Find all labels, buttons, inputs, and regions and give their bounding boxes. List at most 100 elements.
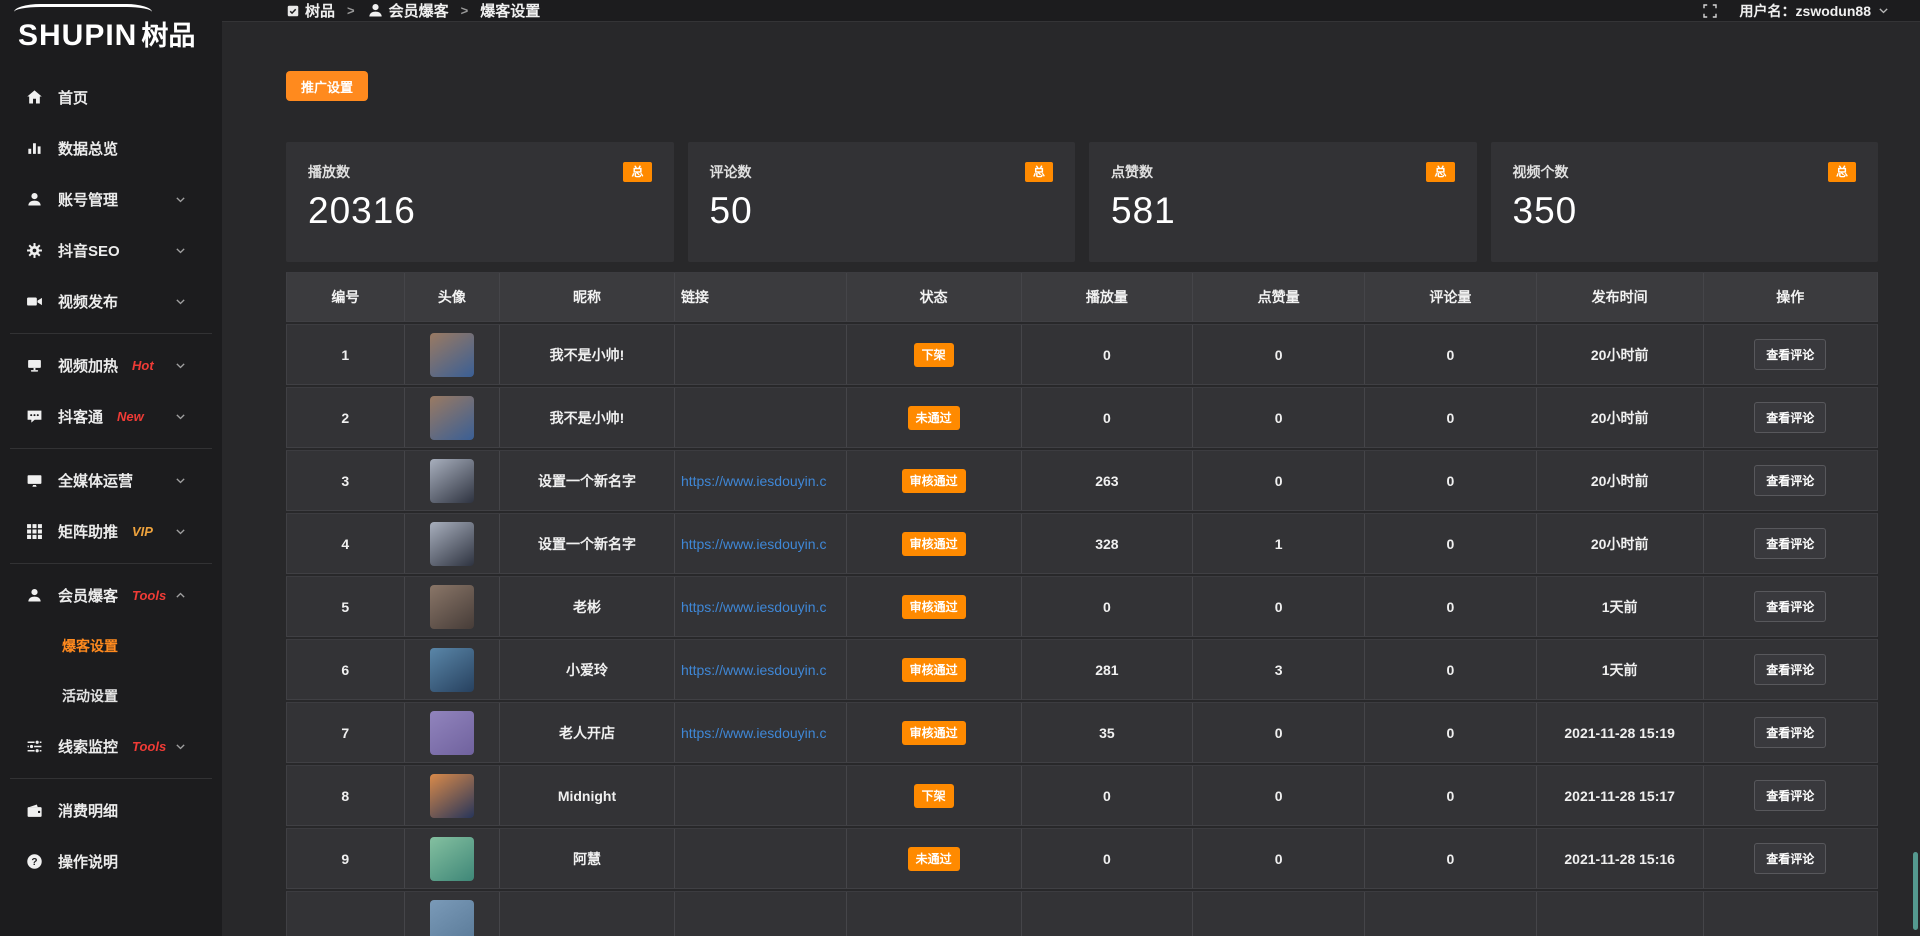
stat-card-label: 播放数	[308, 162, 350, 182]
user-icon	[24, 191, 44, 208]
cell-plays: 35	[1099, 725, 1115, 741]
cell-likes: 0	[1275, 725, 1283, 741]
table-row: 4设置一个新名字https://www.iesdouyin.c审核通过32810…	[286, 513, 1878, 574]
svg-text:?: ?	[31, 857, 37, 868]
username-menu[interactable]: 用户名：zswodun88	[1740, 1, 1890, 21]
cell-likes: 0	[1275, 347, 1283, 363]
chevron-down-icon	[170, 740, 190, 753]
cell-id: 7	[341, 725, 349, 741]
sidebar-item-video-publish[interactable]: 视频发布	[0, 276, 222, 327]
cell-nickname: 我不是小帅!	[550, 408, 625, 428]
sidebar-item-clue-monitor[interactable]: 线索监控Tools	[0, 721, 222, 772]
breadcrumb-item-member-baoke[interactable]: 会员爆客	[367, 0, 449, 21]
view-comments-button[interactable]: 查看评论	[1754, 843, 1826, 874]
view-comments-button[interactable]: 查看评论	[1754, 780, 1826, 811]
status-badge: 未通过	[908, 847, 960, 871]
main-area: 树品>会员爆客>爆客设置 用户名：zswodun88 推广设置 播放数 总 20…	[222, 0, 1920, 936]
sidebar-item-matrix-boost[interactable]: 矩阵助推 VIP	[0, 506, 222, 557]
view-comments-button[interactable]: 查看评论	[1754, 402, 1826, 433]
stat-card-label: 视频个数	[1513, 162, 1569, 182]
sidebar-item-operation-guide[interactable]: ?操作说明	[0, 836, 222, 887]
menu-tag: VIP	[132, 524, 153, 539]
status-badge: 审核通过	[902, 721, 966, 745]
sidebar-item-consumption-details[interactable]: 消费明细	[0, 785, 222, 836]
table-row	[286, 891, 1878, 936]
video-icon	[24, 293, 44, 310]
cell-comments: 0	[1446, 725, 1454, 741]
menu-tag: Tools	[132, 588, 166, 603]
table-row: 1我不是小帅!下架00020小时前查看评论	[286, 324, 1878, 385]
sidebar-item-label: 视频加热	[58, 355, 118, 376]
breadcrumb-item-shupin[interactable]: 树品	[286, 0, 335, 21]
video-link[interactable]: https://www.iesdouyin.c	[681, 473, 827, 489]
cell-time: 20小时前	[1591, 345, 1649, 365]
status-badge: 审核通过	[902, 469, 966, 493]
sidebar-item-data-overview[interactable]: 数据总览	[0, 123, 222, 174]
cell-likes: 1	[1275, 536, 1283, 552]
view-comments-button[interactable]: 查看评论	[1754, 339, 1826, 370]
stat-card-plays-total: 播放数 总 20316	[286, 142, 674, 262]
view-comments-button[interactable]: 查看评论	[1754, 465, 1826, 496]
breadcrumb-label: 树品	[305, 0, 335, 21]
scrollbar-thumb[interactable]	[1913, 852, 1918, 930]
cell-plays: 0	[1103, 347, 1111, 363]
sidebar-item-label: 矩阵助推	[58, 521, 118, 542]
promotion-settings-button[interactable]: 推广设置	[286, 71, 368, 101]
cell-comments: 0	[1446, 788, 1454, 804]
menu-divider	[10, 563, 212, 564]
column-header-plays: 播放量	[1022, 273, 1194, 321]
cell-time: 1天前	[1602, 660, 1638, 680]
total-badge: 总	[1426, 162, 1454, 182]
app-window: SHUPIN树品 首页数据总览账号管理抖音SEO视频发布视频加热 Hot 抖客通Ne…	[0, 0, 1920, 936]
cell-comments: 0	[1446, 410, 1454, 426]
chevron-up-icon	[170, 589, 190, 602]
cell-likes: 3	[1275, 662, 1283, 678]
sidebar-item-account-management[interactable]: 账号管理	[0, 174, 222, 225]
sidebar-subitem-activity-settings[interactable]: 活动设置	[0, 671, 222, 721]
sidebar-item-member-baoke[interactable]: 会员爆客Tools	[0, 570, 222, 621]
cell-id: 4	[341, 536, 349, 552]
view-comments-button[interactable]: 查看评论	[1754, 717, 1826, 748]
column-header-nickname: 昵称	[500, 273, 675, 321]
cell-plays: 281	[1095, 662, 1118, 678]
stat-card-value: 50	[710, 190, 1054, 232]
menu-divider	[10, 448, 212, 449]
video-link[interactable]: https://www.iesdouyin.c	[681, 599, 827, 615]
sidebar-item-omni-media[interactable]: 全媒体运营	[0, 455, 222, 506]
sidebar-item-douketong[interactable]: 抖客通New	[0, 391, 222, 442]
grid-icon	[24, 523, 44, 540]
brand-logo[interactable]: SHUPIN树品	[0, 0, 222, 66]
cell-plays: 328	[1095, 536, 1118, 552]
view-comments-button[interactable]: 查看评论	[1754, 591, 1826, 622]
stat-card-label: 评论数	[710, 162, 752, 182]
column-header-likes: 点赞量	[1193, 273, 1365, 321]
breadcrumb: 树品>会员爆客>爆客设置	[286, 0, 540, 21]
menu-tag: Hot	[132, 358, 154, 373]
cell-nickname: 小爱玲	[566, 660, 608, 680]
view-comments-button[interactable]: 查看评论	[1754, 654, 1826, 685]
sidebar-item-douyin-seo[interactable]: 抖音SEO	[0, 225, 222, 276]
avatar	[430, 900, 474, 936]
column-header-id: 编号	[287, 273, 405, 321]
cell-time: 20小时前	[1591, 408, 1649, 428]
video-link[interactable]: https://www.iesdouyin.c	[681, 725, 827, 741]
video-link[interactable]: https://www.iesdouyin.c	[681, 662, 827, 678]
avatar	[430, 711, 474, 755]
user-icon	[24, 587, 44, 604]
breadcrumb-item-baoke-settings: 爆客设置	[480, 0, 540, 21]
sidebar-subitem-baoke-settings[interactable]: 爆客设置	[0, 621, 222, 671]
view-comments-button[interactable]: 查看评论	[1754, 528, 1826, 559]
table-header-row: 编号头像昵称链接状态播放量点赞量评论量发布时间操作	[286, 272, 1878, 322]
stat-card-videos-total: 视频个数 总 350	[1491, 142, 1879, 262]
sidebar-item-label: 账号管理	[58, 189, 118, 210]
scrollbar-track[interactable]	[1912, 0, 1918, 936]
cell-plays: 0	[1103, 599, 1111, 615]
sidebar-item-video-heating[interactable]: 视频加热 Hot	[0, 340, 222, 391]
sidebar-item-home[interactable]: 首页	[0, 72, 222, 123]
fullscreen-icon[interactable]	[1702, 3, 1718, 19]
video-link[interactable]: https://www.iesdouyin.c	[681, 536, 827, 552]
cell-nickname: 我不是小帅!	[550, 345, 625, 365]
total-badge: 总	[1828, 162, 1856, 182]
cell-comments: 0	[1446, 662, 1454, 678]
column-header-time: 发布时间	[1537, 273, 1704, 321]
